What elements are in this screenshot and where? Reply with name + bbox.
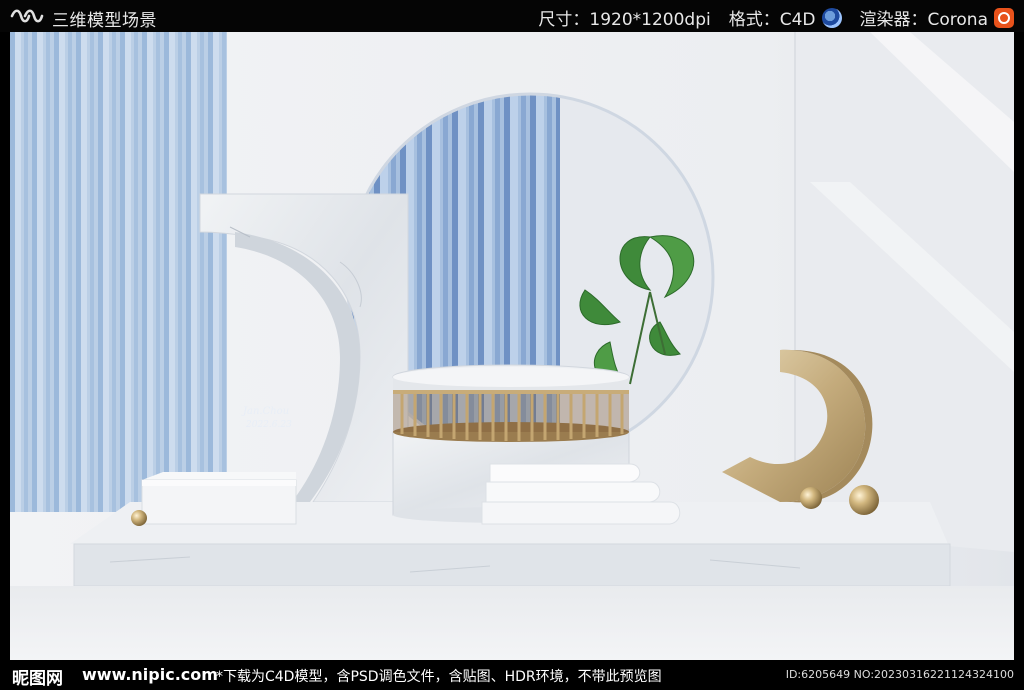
white-block — [141, 472, 297, 525]
site-url[interactable]: www.nipic.com — [82, 665, 218, 684]
image-id: ID:6205649 NO:20230316221124324100 — [785, 668, 1014, 681]
scene-illustration: Jan.Chou 2022.6.23 — [10, 32, 1014, 660]
spec-group: 尺寸：1920*1200dpi 格式：C4D 渲染器：Corona — [520, 5, 1014, 30]
render-preview-image: Jan.Chou 2022.6.23 — [10, 32, 1014, 660]
bottom-info-bar: 昵图网 www.nipic.com *下载为C4D模型，含PSD调色文件，含贴图… — [0, 660, 1024, 690]
renderer-label: 渲染器：Corona — [859, 10, 988, 30]
download-note: *下载为C4D模型，含PSD调色文件，含贴图、HDR环境，不带此预览图 — [216, 669, 662, 685]
top-info-bar: 三维模型场景 尺寸：1920*1200dpi 格式：C4D 渲染器：Corona — [0, 0, 1024, 32]
c4d-logo-icon — [821, 7, 842, 28]
signature-date: 2022.6.23 — [245, 420, 292, 430]
floor — [10, 586, 1014, 660]
nipic-logo-icon — [10, 9, 44, 23]
page-title: 三维模型场景 — [52, 11, 157, 31]
signature-name: Jan.Chou — [241, 406, 289, 417]
brand-name: 昵图网 — [12, 669, 63, 689]
corona-logo-icon — [994, 7, 1014, 28]
gold-ball-large — [849, 485, 879, 515]
gold-ball-medium — [800, 487, 822, 509]
size-label: 尺寸：1920*1200dpi — [538, 10, 711, 30]
format-label: 格式：C4D — [728, 10, 816, 30]
gold-ball-small — [131, 510, 147, 526]
